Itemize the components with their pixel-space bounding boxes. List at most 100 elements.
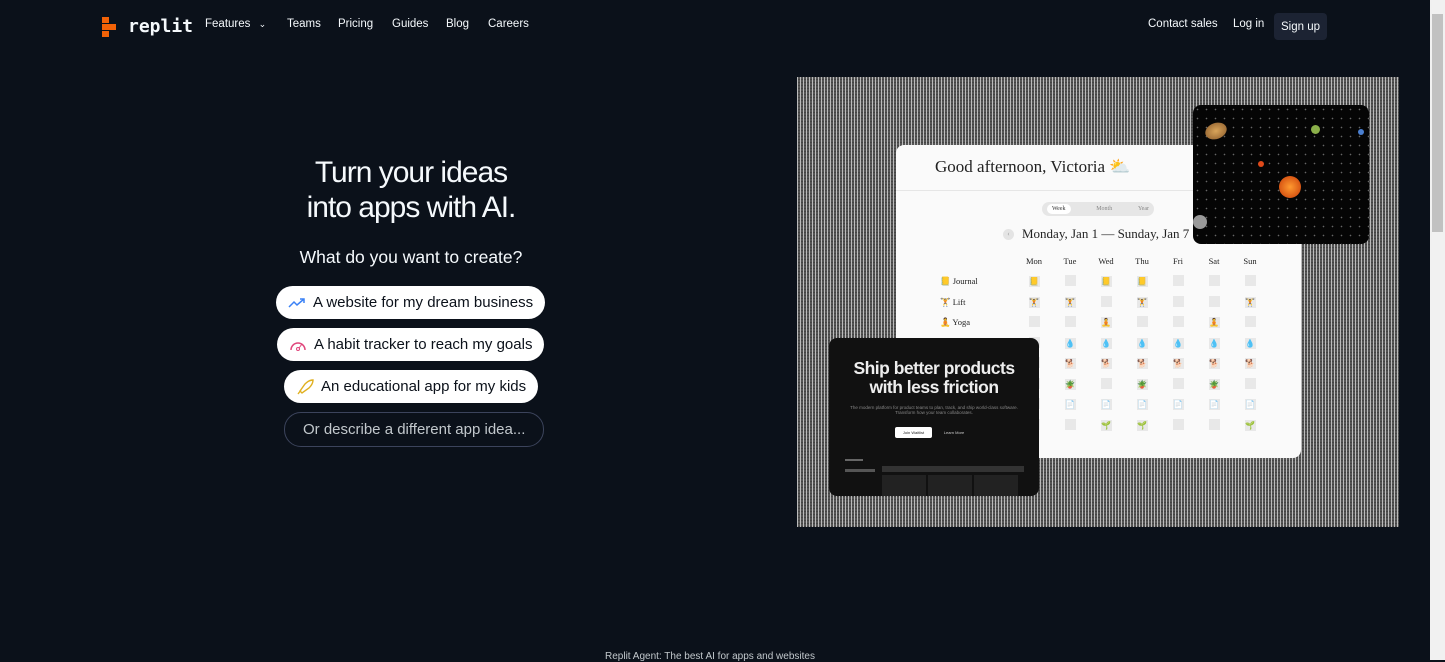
prompt-chip-habit-tracker[interactable]: A habit tracker to reach my goals <box>277 328 545 361</box>
habit-cell-mark: 🐕 <box>1100 358 1112 370</box>
period-toggle: Week Month Year <box>1042 202 1154 216</box>
product-landing-preview: Ship better products with less friction T… <box>829 338 1039 496</box>
nav-teams[interactable]: Teams <box>287 18 321 30</box>
habit-cell <box>1232 313 1268 334</box>
habit-cell <box>1016 313 1052 334</box>
hero-title: Turn your ideas into apps with AI. <box>306 156 517 224</box>
habit-cell-mark <box>1172 377 1184 389</box>
hero-subtitle: What do you want to create? <box>299 247 523 267</box>
habit-cell-mark: 💧 <box>1100 337 1112 349</box>
habit-cell-mark <box>1244 316 1256 328</box>
habit-cell-mark: 💧 <box>1064 337 1076 349</box>
habit-cell: 🪴 <box>1052 374 1088 395</box>
habit-cell-mark: 🐕 <box>1172 358 1184 370</box>
learn-more-button: Learn More <box>943 430 965 435</box>
habit-cell <box>1124 313 1160 334</box>
habit-cell-mark: 📄 <box>1136 399 1148 411</box>
habit-cell <box>1232 374 1268 395</box>
describe-app-button[interactable]: Or describe a different app idea... <box>284 412 545 447</box>
habit-cell-mark <box>1100 295 1112 307</box>
habit-cell: 🐕 <box>1052 354 1088 375</box>
habit-cell: 🐕 <box>1124 354 1160 375</box>
weather-icon: ⛅ <box>1109 157 1131 176</box>
day-header: Thu <box>1135 256 1149 267</box>
nav-careers[interactable]: Careers <box>488 18 529 30</box>
day-header: Sun <box>1243 256 1257 267</box>
habit-cell-mark: 💧 <box>1136 337 1148 349</box>
habit-cell-mark: 🧘 <box>1208 317 1220 329</box>
habit-cell <box>1196 415 1232 436</box>
nav-pricing[interactable]: Pricing <box>338 18 373 30</box>
login-link[interactable]: Log in <box>1233 18 1264 30</box>
nav-blog[interactable]: Blog <box>446 18 469 30</box>
scrollbar[interactable] <box>1430 0 1445 660</box>
habit-cell <box>1160 313 1196 334</box>
scrollbar-thumb[interactable] <box>1432 14 1443 232</box>
habit-cell-mark: 🐕 <box>1064 358 1076 370</box>
habit-cell-mark: 📄 <box>1100 399 1112 411</box>
nav-guides[interactable]: Guides <box>392 18 428 30</box>
habit-cell: 🌱 <box>1124 415 1160 436</box>
habit-cell <box>1160 292 1196 313</box>
habit-cell: 📒 <box>1088 272 1124 293</box>
habit-cell: 🏋 <box>1124 292 1160 313</box>
date-range: ‹ Monday, Jan 1 — Sunday, Jan 7 <box>1003 226 1189 242</box>
habit-cell: 🐕 <box>1232 354 1268 375</box>
habit-cell <box>1160 272 1196 293</box>
habit-cell: 📄 <box>1232 395 1268 416</box>
habit-cell-mark: 🌱 <box>1136 419 1148 431</box>
habit-cell <box>1232 272 1268 293</box>
habit-cell-mark: 💧 <box>1208 337 1220 349</box>
replit-logo[interactable]: replit <box>102 16 193 37</box>
prompt-chip-educational[interactable]: An educational app for my kids <box>284 370 539 403</box>
brand-name: replit <box>128 16 194 37</box>
nav-features[interactable]: Features ⌄ <box>205 18 266 30</box>
habit-cell-mark: 💧 <box>1244 337 1256 349</box>
habit-cell: 💧 <box>1088 333 1124 354</box>
habit-cell-mark: 📒 <box>1136 276 1148 288</box>
day-header: Mon <box>1025 256 1043 267</box>
habit-label: 📒 Journal <box>940 276 978 287</box>
habit-cell: 🧘 <box>1088 313 1124 334</box>
habit-cell-mark <box>1172 418 1184 430</box>
trending-up-icon <box>288 297 305 308</box>
habit-cell: 💧 <box>1160 333 1196 354</box>
habit-cell-mark <box>1172 275 1184 287</box>
habit-label: 🧘 Yoga <box>940 317 970 328</box>
habit-cell: 🧘 <box>1196 313 1232 334</box>
signup-button[interactable]: Sign up <box>1274 13 1327 40</box>
habit-cell <box>1160 374 1196 395</box>
habit-cell-mark <box>1244 275 1256 287</box>
prompt-chip-website[interactable]: A website for my dream business <box>276 286 546 319</box>
habit-cell-mark: 🏋 <box>1136 296 1148 308</box>
section-caption: Replit Agent: The best AI for apps and w… <box>605 651 815 662</box>
habit-cell-mark: 🏋 <box>1244 296 1256 308</box>
habit-cell <box>1160 415 1196 436</box>
habit-cell-mark: 📄 <box>1064 399 1076 411</box>
habit-cell-mark: 🪴 <box>1136 378 1148 390</box>
contact-sales-link[interactable]: Contact sales <box>1148 18 1218 30</box>
top-nav: replit Features ⌄ Teams Pricing Guides B… <box>0 0 1430 52</box>
habit-cell <box>1088 374 1124 395</box>
habit-cell: 💧 <box>1232 333 1268 354</box>
habit-cell: 📒 <box>1016 272 1052 293</box>
habit-cell: 🪴 <box>1196 374 1232 395</box>
habit-cell-mark: 📄 <box>1208 399 1220 411</box>
habit-cell-mark: 🐕 <box>1244 358 1256 370</box>
preview-body: The modern platform for product teams to… <box>850 405 1018 415</box>
habit-cell <box>1196 292 1232 313</box>
habit-cell-mark <box>1172 316 1184 328</box>
habit-cell-mark <box>1172 295 1184 307</box>
habit-cell-mark <box>1064 418 1076 430</box>
habit-cell: 🐕 <box>1088 354 1124 375</box>
habit-cell: 📒 <box>1124 272 1160 293</box>
habit-cell-mark: 🏋 <box>1064 296 1076 308</box>
habit-cell-mark <box>1244 377 1256 389</box>
habit-cell-mark: 🧘 <box>1100 317 1112 329</box>
habit-icon: 🏋 <box>940 296 951 307</box>
habit-cell: 💧 <box>1196 333 1232 354</box>
join-waitlist-button: Join Waitlist <box>895 427 932 438</box>
habit-cell-mark: 💧 <box>1172 337 1184 349</box>
habit-cell: 🐕 <box>1196 354 1232 375</box>
habit-cell-mark: 🌱 <box>1244 419 1256 431</box>
